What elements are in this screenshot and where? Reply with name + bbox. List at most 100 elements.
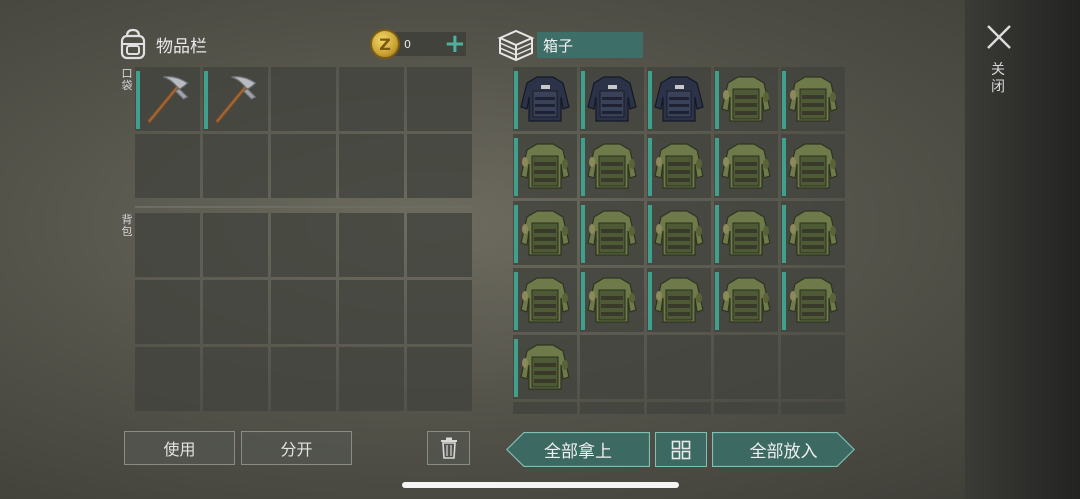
box-slot[interactable] bbox=[580, 268, 644, 332]
camo-vest-icon bbox=[520, 210, 570, 256]
box-slot[interactable] bbox=[513, 335, 577, 399]
box-slot[interactable] bbox=[647, 201, 711, 265]
coin-counter: Z 0 + bbox=[370, 29, 470, 59]
box-slot[interactable] bbox=[714, 201, 778, 265]
box-title: 箱子 bbox=[537, 32, 643, 58]
backpack-grid bbox=[135, 213, 472, 411]
box-slot[interactable] bbox=[580, 201, 644, 265]
box-slot[interactable] bbox=[714, 67, 778, 131]
pocket-slot[interactable] bbox=[135, 67, 200, 131]
police-vest-icon bbox=[587, 76, 637, 122]
plus-icon[interactable]: + bbox=[444, 30, 466, 58]
box-slot[interactable] bbox=[714, 268, 778, 332]
backpack-label: 背包 bbox=[121, 213, 133, 238]
box-slot[interactable] bbox=[513, 268, 577, 332]
home-indicator[interactable] bbox=[402, 482, 679, 488]
camo-vest-icon bbox=[721, 210, 771, 256]
camo-vest-icon bbox=[788, 143, 838, 189]
put-all-label: 全部放入 bbox=[749, 442, 818, 462]
box-header: 箱子 bbox=[497, 28, 643, 62]
pocket-slot[interactable] bbox=[271, 134, 336, 198]
box-slot[interactable] bbox=[513, 402, 577, 414]
box-slot[interactable] bbox=[580, 134, 644, 198]
box-slot[interactable] bbox=[513, 201, 577, 265]
camo-vest-icon bbox=[788, 210, 838, 256]
box-slot[interactable] bbox=[580, 335, 644, 399]
box-slot[interactable] bbox=[781, 134, 845, 198]
pocket-slot[interactable] bbox=[203, 67, 268, 131]
section-divider bbox=[135, 206, 471, 208]
pocket-slot[interactable] bbox=[339, 67, 404, 131]
pocket-slot[interactable] bbox=[135, 134, 200, 198]
box-slot[interactable] bbox=[647, 67, 711, 131]
backpack-slot[interactable] bbox=[407, 213, 472, 277]
backpack-slot[interactable] bbox=[339, 213, 404, 277]
backpack-slot[interactable] bbox=[339, 347, 404, 411]
backpack-slot[interactable] bbox=[135, 347, 200, 411]
take-all-label: 全部拿上 bbox=[544, 442, 612, 462]
box-slot[interactable] bbox=[647, 134, 711, 198]
use-button[interactable]: 使用 bbox=[124, 431, 235, 465]
camo-vest-icon bbox=[654, 210, 704, 256]
trash-icon bbox=[440, 437, 457, 459]
camo-vest-icon bbox=[788, 76, 838, 122]
box-slot[interactable] bbox=[580, 402, 644, 414]
box-slot[interactable] bbox=[714, 402, 778, 414]
backpack-slot[interactable] bbox=[407, 280, 472, 344]
grid-sort-icon bbox=[671, 440, 691, 459]
pocket-slot[interactable] bbox=[407, 134, 472, 198]
pocket-slot[interactable] bbox=[203, 134, 268, 198]
pocket-slot[interactable] bbox=[271, 67, 336, 131]
inventory-header: 物品栏 bbox=[118, 26, 207, 62]
camo-vest-icon bbox=[520, 344, 570, 390]
camo-vest-icon bbox=[721, 143, 771, 189]
inventory-title: 物品栏 bbox=[156, 36, 207, 57]
camo-vest-icon bbox=[520, 277, 570, 323]
box-slot[interactable] bbox=[781, 402, 845, 414]
camo-vest-icon bbox=[654, 143, 704, 189]
box-slot[interactable] bbox=[781, 67, 845, 131]
take-all-button[interactable]: 全部拿上 bbox=[506, 432, 650, 467]
backpack-slot[interactable] bbox=[271, 347, 336, 411]
coin-value: 0 bbox=[404, 37, 411, 51]
pocket-slot[interactable] bbox=[407, 67, 472, 131]
backpack-slot[interactable] bbox=[203, 280, 268, 344]
trash-button[interactable] bbox=[427, 431, 470, 465]
police-vest-icon bbox=[520, 76, 570, 122]
backpack-slot[interactable] bbox=[271, 280, 336, 344]
close-icon[interactable] bbox=[984, 22, 1014, 52]
box-slot[interactable] bbox=[647, 268, 711, 332]
box-slot[interactable] bbox=[781, 268, 845, 332]
camo-vest-icon bbox=[721, 76, 771, 122]
box-slot[interactable] bbox=[781, 335, 845, 399]
box-slot[interactable] bbox=[513, 134, 577, 198]
coin-z-icon: Z bbox=[370, 29, 400, 59]
pocket-slot[interactable] bbox=[339, 134, 404, 198]
box-slot[interactable] bbox=[647, 402, 711, 414]
backpack-icon bbox=[120, 28, 146, 60]
backpack-slot[interactable] bbox=[203, 213, 268, 277]
sort-button[interactable] bbox=[655, 432, 707, 467]
camo-vest-icon bbox=[721, 277, 771, 323]
pickaxe-icon bbox=[147, 76, 189, 123]
box-slot[interactable] bbox=[647, 335, 711, 399]
close-label[interactable]: 关闭 bbox=[990, 62, 1006, 96]
box-slot[interactable] bbox=[714, 335, 778, 399]
backpack-slot[interactable] bbox=[203, 347, 268, 411]
pocket-grid bbox=[135, 67, 472, 198]
police-vest-icon bbox=[654, 76, 704, 122]
split-button[interactable]: 分开 bbox=[241, 431, 352, 465]
backpack-slot[interactable] bbox=[339, 280, 404, 344]
put-all-button[interactable]: 全部放入 bbox=[712, 432, 855, 467]
box-slot[interactable] bbox=[513, 67, 577, 131]
box-slot[interactable] bbox=[714, 134, 778, 198]
box-slot[interactable] bbox=[781, 201, 845, 265]
box-slot[interactable] bbox=[580, 67, 644, 131]
camo-vest-icon bbox=[520, 143, 570, 189]
pocket-label: 口袋 bbox=[121, 67, 133, 92]
backpack-slot[interactable] bbox=[135, 280, 200, 344]
backpack-slot[interactable] bbox=[407, 347, 472, 411]
backpack-slot[interactable] bbox=[135, 213, 200, 277]
right-shade-panel bbox=[965, 0, 1080, 499]
backpack-slot[interactable] bbox=[271, 213, 336, 277]
